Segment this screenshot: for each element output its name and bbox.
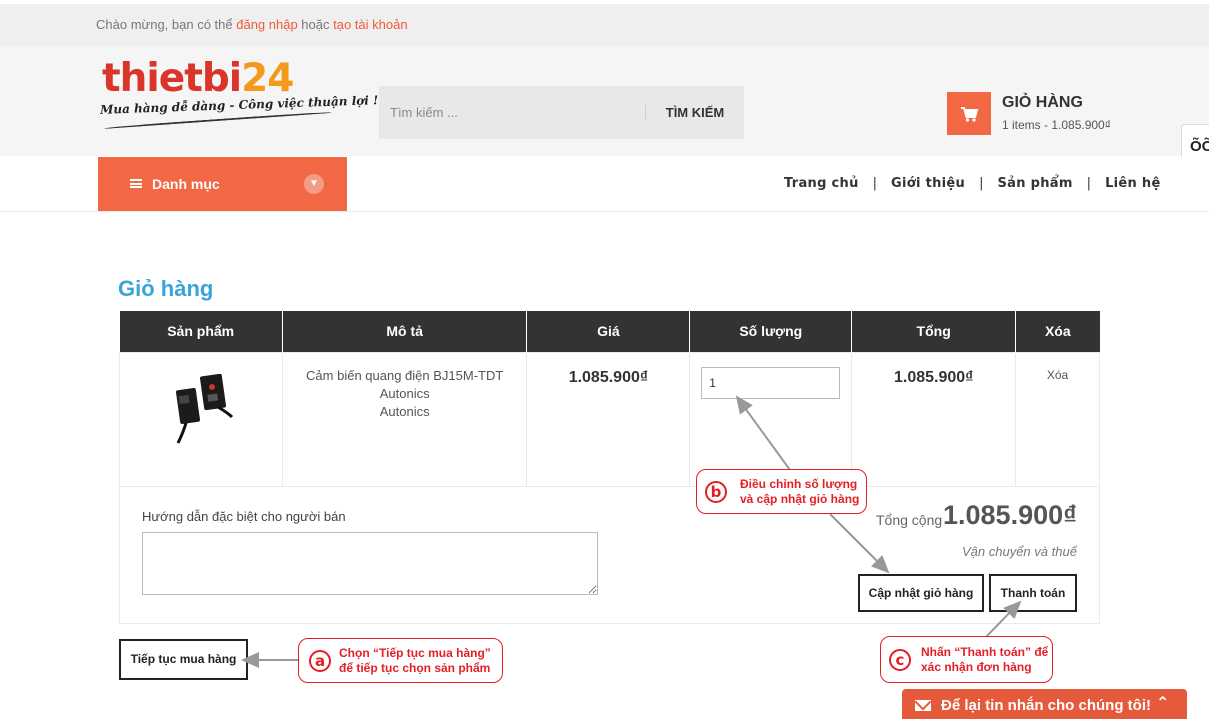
logo-word-main: thietbi xyxy=(102,56,242,101)
delete-link[interactable]: Xóa xyxy=(1047,368,1068,382)
search-bar: TÌM KIẾM xyxy=(379,86,744,139)
annotation-a-line2: để tiếp tục chọn sản phẩm xyxy=(339,661,491,675)
table-row: Cảm biến quang điện BJ15M-TDT Autonics A… xyxy=(119,351,1100,487)
annotation-c-line2: xác nhận đơn hàng xyxy=(921,660,1032,674)
grand-total-label: Tổng cộng xyxy=(876,512,943,528)
header-cart[interactable]: GIỎ HÀNG 1 items - 1.085.900₫ xyxy=(947,91,1137,137)
annotation-b-text: Điều chỉnh số lượng và cập nhật giỏ hàng xyxy=(740,477,859,507)
category-label: Danh mục xyxy=(152,176,220,192)
product-price-cell: 1.085.900₫ xyxy=(526,351,691,487)
nav-item-about[interactable]: Giới thiệu xyxy=(891,176,965,191)
column-header-total: Tổng xyxy=(851,311,1017,352)
product-brand: Autonics xyxy=(379,385,430,401)
quantity-input[interactable] xyxy=(701,366,841,399)
site-logo[interactable]: thietbi24 Mua hàng dễ dàng - Công việc t… xyxy=(100,56,378,146)
logo-word-number: 24 xyxy=(241,56,294,101)
nav-item-products[interactable]: Sản phẩm xyxy=(997,176,1072,191)
update-cart-button[interactable]: Cập nhật giỏ hàng xyxy=(858,574,984,612)
annotation-c: c Nhấn “Thanh toán” để xác nhận đơn hàng xyxy=(880,636,1053,683)
nav-separator: | xyxy=(1086,176,1092,191)
annotation-b-marker: b xyxy=(705,481,727,503)
shopping-cart-icon[interactable] xyxy=(947,92,991,135)
chat-message-bar[interactable]: Để lại tin nhắn cho chúng tôi! ⌃ xyxy=(902,689,1187,719)
nav-separator: | xyxy=(872,176,878,191)
search-button[interactable]: TÌM KIẾM xyxy=(646,86,744,139)
product-total-cell: 1.085.900₫ xyxy=(851,351,1017,487)
table-header-row: Sản phẩm Mô tả Giá Số lượng Tổng Xóa xyxy=(119,311,1100,352)
shipping-tax-note: Vận chuyển và thuế xyxy=(962,544,1077,559)
column-header-product: Sản phẩm xyxy=(119,311,283,352)
seller-note-textarea[interactable] xyxy=(142,532,598,595)
annotation-b: b Điều chỉnh số lượng và cập nhật giỏ hà… xyxy=(696,469,867,514)
chevron-down-icon: ▼ xyxy=(304,174,324,194)
annotation-c-marker: c xyxy=(889,649,911,671)
cart-table: Sản phẩm Mô tả Giá Số lượng Tổng Xóa Cảm… xyxy=(119,311,1100,487)
product-description-cell: Cảm biến quang điện BJ15M-TDT Autonics A… xyxy=(281,351,528,487)
annotation-b-line2: và cập nhật giỏ hàng xyxy=(740,492,860,506)
register-link[interactable]: tạo tài khoản xyxy=(333,17,407,32)
side-widget-label: ÕÕ xyxy=(1190,138,1209,155)
chat-label: Để lại tin nhắn cho chúng tôi! xyxy=(941,697,1151,714)
mail-icon xyxy=(915,700,931,711)
product-delete-cell: Xóa xyxy=(1015,351,1100,487)
cart-summary: 1 items - 1.085.900₫ xyxy=(1002,118,1111,132)
page-title: Giỏ hàng xyxy=(118,276,214,301)
welcome-message: Chào mừng, bạn có thể đăng nhập hoặc tạo… xyxy=(96,17,408,32)
chevron-up-icon[interactable]: ⌃ xyxy=(1156,693,1169,713)
product-image-cell xyxy=(119,351,283,487)
product-line-total: 1.085.900₫ xyxy=(893,368,974,386)
top-bar: Chào mừng, bạn có thể đăng nhập hoặc tạo… xyxy=(0,4,1209,46)
checkout-button[interactable]: Thanh toán xyxy=(989,574,1077,612)
hamburger-icon xyxy=(130,179,142,188)
annotation-b-line1: Điều chỉnh số lượng xyxy=(740,477,858,491)
annotation-c-line1: Nhấn “Thanh toán” để xyxy=(921,645,1049,659)
grand-total-value: 1.085.900₫ xyxy=(943,500,1077,530)
category-menu-button[interactable]: Danh mục ▼ xyxy=(98,157,347,211)
annotation-a-text: Chọn “Tiếp tục mua hàng” để tiếp tục chọ… xyxy=(339,646,491,676)
product-name[interactable]: Cảm biến quang điện BJ15M-TDT xyxy=(283,367,527,385)
login-link[interactable]: đăng nhập xyxy=(236,17,297,32)
annotation-a-marker: a xyxy=(309,650,331,672)
annotation-a-line1: Chọn “Tiếp tục mua hàng” xyxy=(339,646,491,660)
nav-item-contact[interactable]: Liên hệ xyxy=(1105,176,1161,191)
product-image[interactable] xyxy=(156,367,246,457)
nav-separator: | xyxy=(979,176,984,191)
logo-wordmark: thietbi24 xyxy=(102,56,294,101)
annotation-a: a Chọn “Tiếp tục mua hàng” để tiếp tục c… xyxy=(298,638,503,683)
annotation-c-text: Nhấn “Thanh toán” để xác nhận đơn hàng xyxy=(921,645,1048,675)
welcome-text: Chào mừng, bạn có thể xyxy=(96,17,237,32)
product-price: 1.085.900₫ xyxy=(568,368,649,386)
cart-title: GIỎ HÀNG xyxy=(1002,94,1083,111)
nav-item-home[interactable]: Trang chủ xyxy=(784,176,859,191)
product-vendor: Autonics xyxy=(379,403,430,419)
product-quantity-cell xyxy=(689,351,853,487)
seller-note-label: Hướng dẫn đặc biệt cho người bán xyxy=(142,509,346,524)
or-text: hoặc xyxy=(297,17,334,32)
column-header-delete: Xóa xyxy=(1015,311,1100,352)
nav-menu: Trang chủ | Giới thiệu | Sản phẩm | Liên hệ xyxy=(784,176,1161,191)
continue-shopping-button[interactable]: Tiếp tục mua hàng xyxy=(119,639,248,680)
column-header-description: Mô tả xyxy=(282,311,528,352)
search-input[interactable] xyxy=(379,86,645,139)
column-header-quantity: Số lượng xyxy=(689,311,853,352)
column-header-price: Giá xyxy=(526,311,691,352)
